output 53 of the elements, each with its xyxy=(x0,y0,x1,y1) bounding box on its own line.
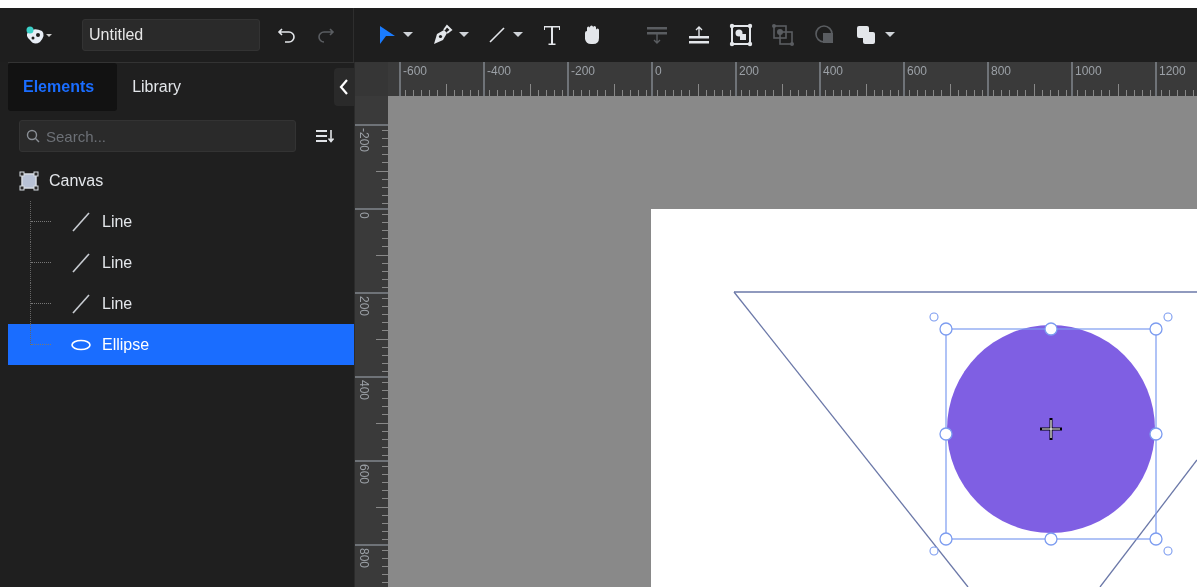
ellipse-icon xyxy=(70,338,92,351)
tree-item[interactable]: Ellipse xyxy=(8,324,354,365)
ungroup-icon xyxy=(771,23,795,47)
ruler-label: 200 xyxy=(738,63,761,78)
ruler-label: 800 xyxy=(990,63,1013,78)
collapse-panel-button[interactable] xyxy=(334,68,354,106)
line-shape[interactable] xyxy=(733,291,969,587)
line-shape[interactable] xyxy=(1099,459,1197,587)
caret-icon xyxy=(885,32,895,38)
line-icon xyxy=(70,292,92,315)
ruler-label: -600 xyxy=(402,63,429,78)
ruler-label: -200 xyxy=(356,127,371,153)
ruler-label: 1200 xyxy=(1158,63,1187,78)
ruler-label: 400 xyxy=(356,379,371,401)
ellipse-shape[interactable] xyxy=(947,325,1155,533)
undo-icon xyxy=(277,25,297,45)
caret-icon xyxy=(403,32,413,38)
tree-item[interactable]: Line xyxy=(8,242,354,283)
text-icon xyxy=(541,23,563,47)
sort-icon xyxy=(316,129,334,143)
ruler-label: 400 xyxy=(822,63,845,78)
panel-tab[interactable]: Elements xyxy=(8,63,118,111)
line-icon xyxy=(70,251,92,274)
selection-box[interactable] xyxy=(929,312,1173,556)
caret-icon xyxy=(513,32,523,38)
line-icon xyxy=(70,210,92,233)
tree-item[interactable]: Line xyxy=(8,201,354,242)
tree-item[interactable]: Canvas xyxy=(8,161,354,201)
search-field[interactable]: Search... xyxy=(19,120,296,152)
move-cursor-icon xyxy=(1038,416,1064,442)
document-title-field[interactable]: Untitled xyxy=(82,19,260,51)
ruler-label: 0 xyxy=(356,211,371,219)
caret-icon xyxy=(459,32,469,38)
redo-icon xyxy=(315,25,335,45)
group-icon xyxy=(729,23,753,47)
align-top-icon xyxy=(645,24,669,46)
ruler-label: -200 xyxy=(570,63,597,78)
ruler-label: 800 xyxy=(356,547,371,569)
search-icon xyxy=(26,129,40,143)
ruler-label: 0 xyxy=(654,63,663,78)
line-icon xyxy=(487,25,507,45)
ruler-label: 200 xyxy=(356,295,371,317)
ruler-label: 600 xyxy=(906,63,929,78)
sort-button[interactable] xyxy=(316,129,334,143)
pointer-icon xyxy=(377,24,397,46)
panel-tab[interactable]: Library xyxy=(117,63,205,111)
align-bottom-icon xyxy=(687,24,711,46)
chevron-left-icon xyxy=(339,78,349,96)
ruler-label: 600 xyxy=(356,463,371,485)
ruler-label: -400 xyxy=(486,63,513,78)
ruler-label: 1000 xyxy=(1074,63,1103,78)
pen-icon xyxy=(431,24,453,46)
canvas-frame-icon xyxy=(19,171,39,191)
